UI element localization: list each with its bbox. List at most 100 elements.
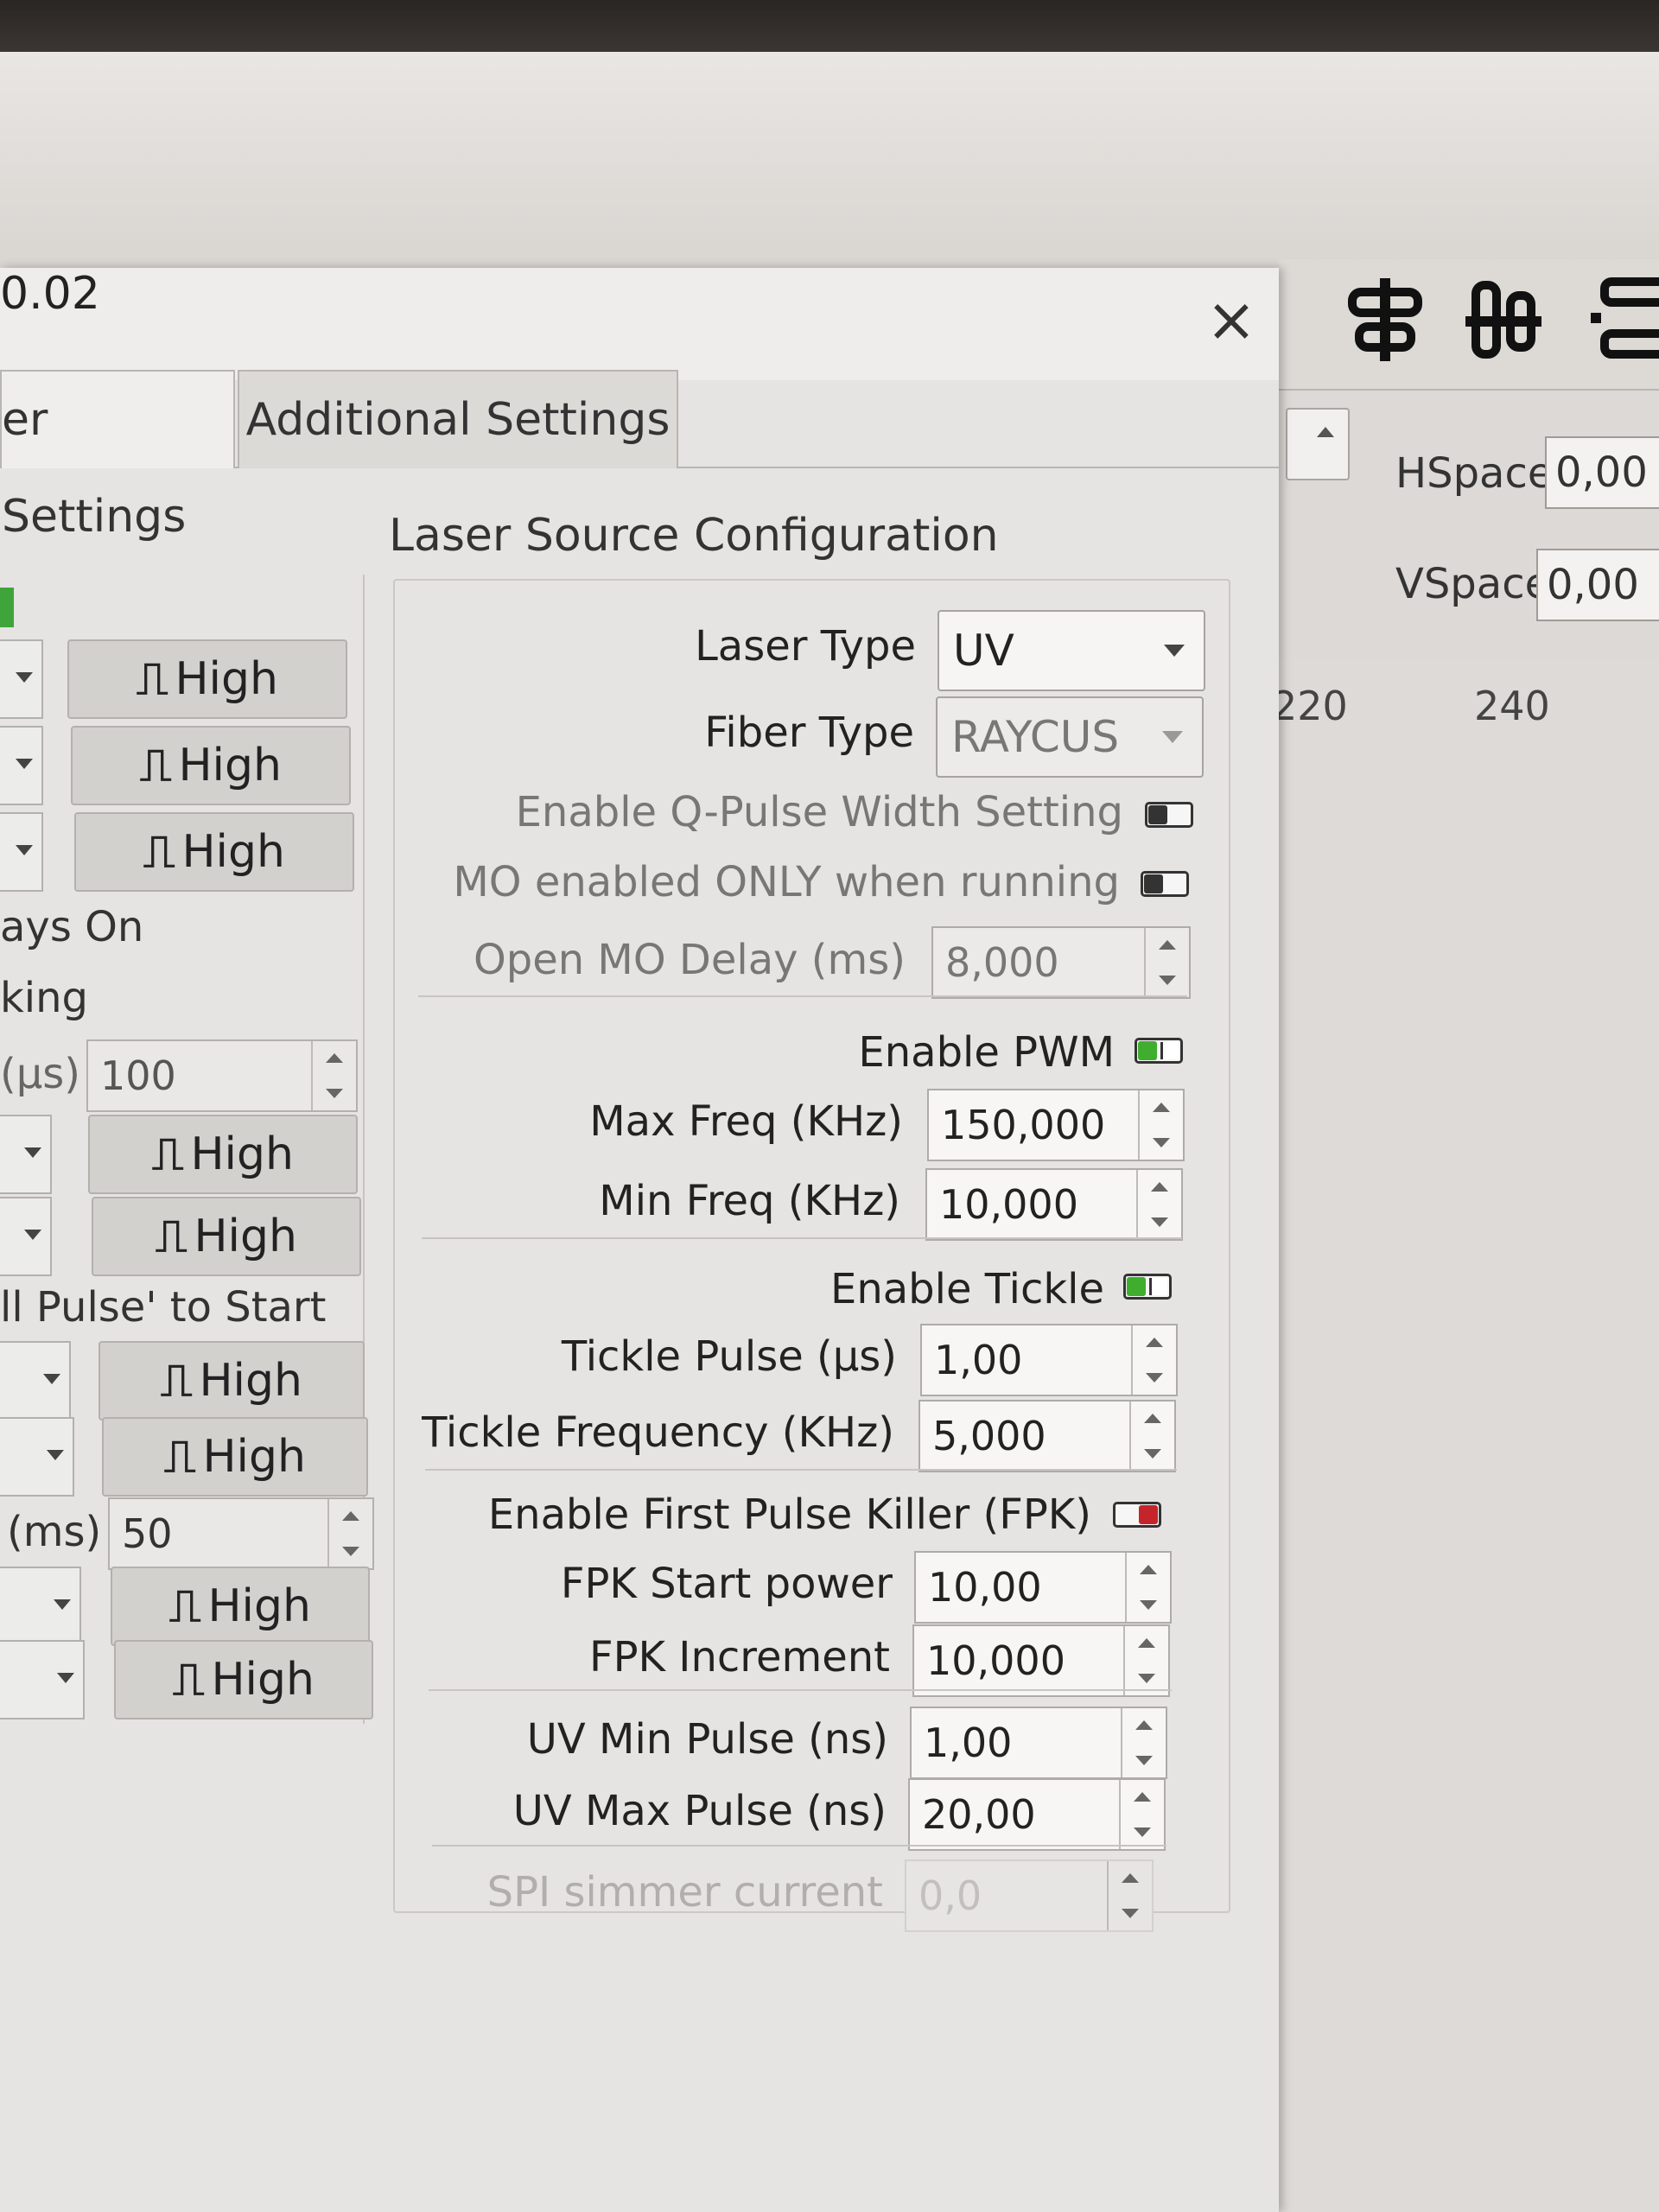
tab-label: Additional Settings xyxy=(245,394,671,446)
open-mo-delay-label: Open MO Delay (ms) xyxy=(473,936,906,984)
dialog-title: 0.02 xyxy=(0,268,100,320)
combo-dropdown[interactable] xyxy=(0,1115,52,1194)
spin-arrows-icon[interactable] xyxy=(1144,928,1189,997)
pulse-icon: ⎍ xyxy=(140,740,172,791)
uv-max-pulse-label: UV Max Pulse (ns) xyxy=(512,1787,887,1835)
level-label: High xyxy=(207,1580,311,1632)
open-mo-delay-input[interactable]: 8,000 xyxy=(931,926,1191,999)
uv-max-pulse-input[interactable]: 20,00 xyxy=(908,1778,1166,1851)
spin-value: 8,000 xyxy=(945,939,1059,986)
enable-pwm-toggle[interactable] xyxy=(1135,1038,1183,1064)
combo-dropdown[interactable] xyxy=(0,1417,74,1497)
chevron-down-icon xyxy=(1164,645,1185,657)
vspace-label: VSpace xyxy=(1395,560,1551,608)
min-freq-input[interactable]: 10,000 xyxy=(925,1168,1183,1241)
level-button[interactable]: ⎍ High xyxy=(88,1115,358,1194)
close-button[interactable]: × xyxy=(1201,289,1262,350)
spin-value: 1,00 xyxy=(924,1719,1013,1766)
tab-additional-settings[interactable]: Additional Settings xyxy=(238,370,678,468)
combo-dropdown[interactable] xyxy=(0,1640,85,1719)
uv-min-pulse-input[interactable]: 1,00 xyxy=(910,1707,1167,1779)
level-label: High xyxy=(202,1431,306,1483)
laser-type-select[interactable]: UV xyxy=(938,610,1205,691)
divider xyxy=(418,995,1187,997)
level-label: High xyxy=(190,1128,294,1180)
tickle-frequency-input[interactable]: 5,000 xyxy=(918,1400,1176,1472)
spin-arrows-icon[interactable] xyxy=(1121,1708,1166,1777)
q-pulse-label: Enable Q-Pulse Width Setting xyxy=(515,788,1123,836)
level-button[interactable]: ⎍ High xyxy=(71,726,351,805)
align-horizontal-icon[interactable] xyxy=(1344,272,1430,367)
design-canvas[interactable] xyxy=(1279,658,1659,2212)
spin-arrows-icon[interactable] xyxy=(311,1041,356,1110)
spin-arrows-icon[interactable] xyxy=(1129,1402,1174,1471)
align-vertical-icon[interactable] xyxy=(1460,272,1547,367)
fiber-type-label: Fiber Type xyxy=(704,709,914,757)
combo-dropdown[interactable] xyxy=(0,639,43,719)
level-button[interactable]: ⎍ High xyxy=(92,1197,361,1276)
level-button[interactable]: ⎍ High xyxy=(114,1640,373,1719)
combo-dropdown[interactable] xyxy=(0,1567,81,1646)
tickle-pulse-input[interactable]: 1,00 xyxy=(920,1324,1178,1396)
level-button[interactable]: ⎍ High xyxy=(67,639,347,719)
min-freq-label: Min Freq (KHz) xyxy=(599,1177,900,1225)
ruler-tick: 220 xyxy=(1272,683,1348,729)
tab-laser-settings[interactable]: er Settings xyxy=(0,370,235,543)
max-freq-input[interactable]: 150,000 xyxy=(927,1089,1185,1161)
combo-dropdown[interactable] xyxy=(0,1197,52,1276)
hspace-label: HSpace xyxy=(1395,449,1554,498)
enable-tickle-label: Enable Tickle xyxy=(830,1265,1104,1313)
toggle-knob xyxy=(1148,805,1167,824)
status-indicator xyxy=(0,588,14,627)
combo-dropdown[interactable] xyxy=(0,1341,71,1421)
delay-us-input[interactable]: 100 xyxy=(86,1039,358,1112)
delay-ms-input[interactable]: 50 xyxy=(108,1497,374,1570)
fpk-start-power-input[interactable]: 10,00 xyxy=(914,1551,1172,1624)
fpk-start-power-label: FPK Start power xyxy=(560,1560,893,1608)
level-button[interactable]: ⎍ High xyxy=(111,1567,370,1646)
vspace-input[interactable]: 0,00 xyxy=(1536,549,1659,621)
chevron-down-icon xyxy=(1162,731,1183,743)
divider xyxy=(429,1689,1172,1691)
enable-fpk-toggle[interactable] xyxy=(1113,1502,1161,1528)
spin-arrows-icon[interactable] xyxy=(1123,1626,1168,1695)
ruler-tick: 240 xyxy=(1474,683,1550,729)
level-label: High xyxy=(199,1355,302,1407)
fiber-type-select[interactable]: RAYCUS xyxy=(936,696,1204,778)
pulse-icon: ⎍ xyxy=(156,1211,188,1262)
delay-us-label: (µs) xyxy=(0,1050,80,1098)
level-label: High xyxy=(178,740,282,791)
enable-tickle-toggle[interactable] xyxy=(1123,1274,1172,1300)
spin-arrows-icon[interactable] xyxy=(327,1499,372,1568)
select-value: UV xyxy=(953,626,1014,676)
pulse-icon: ⎍ xyxy=(137,653,168,705)
hspace-input[interactable]: 0,00 xyxy=(1545,436,1659,509)
fpk-increment-input[interactable]: 10,000 xyxy=(912,1624,1170,1697)
fpk-increment-label: FPK Increment xyxy=(589,1633,890,1681)
spin-value: 50 xyxy=(122,1510,173,1557)
q-pulse-toggle[interactable] xyxy=(1145,802,1193,828)
toggle-knob xyxy=(1139,1505,1158,1524)
enable-fpk-label: Enable First Pulse Killer (FPK) xyxy=(487,1491,1091,1539)
level-button[interactable]: ⎍ High xyxy=(99,1341,365,1421)
level-button[interactable]: ⎍ High xyxy=(74,812,354,892)
laser-type-label: Laser Type xyxy=(695,622,916,671)
combo-dropdown[interactable] xyxy=(0,726,43,805)
spin-value: 10,00 xyxy=(928,1564,1042,1611)
toggle-knob xyxy=(1138,1041,1157,1060)
pulse-icon: ⎍ xyxy=(169,1580,201,1632)
enable-pwm-label: Enable PWM xyxy=(858,1028,1115,1077)
spin-arrows-icon[interactable] xyxy=(1136,1170,1181,1239)
section-title: Laser Source Configuration xyxy=(389,510,999,562)
background-spinbox[interactable] xyxy=(1286,408,1350,480)
level-button[interactable]: ⎍ High xyxy=(102,1417,368,1497)
combo-dropdown[interactable] xyxy=(0,812,43,892)
distribute-icon[interactable] xyxy=(1586,272,1659,367)
marking-label: king xyxy=(0,974,89,1022)
divider xyxy=(432,1845,1166,1847)
spin-arrows-icon[interactable] xyxy=(1119,1780,1164,1849)
mo-enabled-toggle[interactable] xyxy=(1141,871,1189,897)
spin-arrows-icon[interactable] xyxy=(1138,1090,1183,1160)
spin-arrows-icon[interactable] xyxy=(1131,1325,1176,1395)
spin-arrows-icon[interactable] xyxy=(1125,1553,1170,1622)
